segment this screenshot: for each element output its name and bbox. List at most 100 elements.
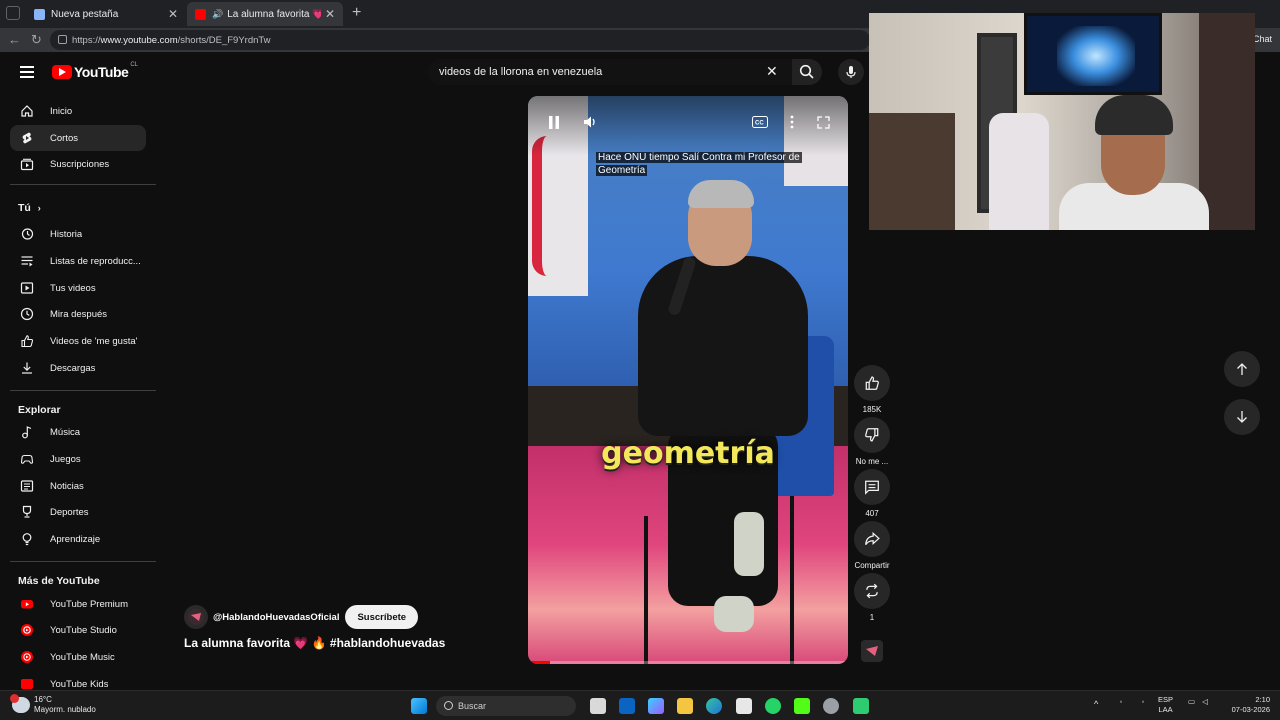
captions-icon: CC	[752, 116, 768, 128]
sidebar-item-musica[interactable]: Música	[10, 419, 146, 445]
voice-search-button[interactable]	[838, 59, 864, 85]
back-icon[interactable]: ←	[8, 32, 21, 47]
like-button[interactable]	[854, 365, 890, 401]
windows-start-icon[interactable]	[411, 698, 427, 714]
remix-button[interactable]	[854, 573, 890, 609]
sidebar-item-noticias[interactable]: Noticias	[10, 473, 146, 499]
previous-short-button[interactable]	[1224, 351, 1260, 387]
url-host: www.youtube.com	[100, 34, 178, 46]
fullscreen-button[interactable]	[815, 114, 831, 130]
share-button[interactable]	[854, 521, 890, 557]
sidebar-item-tus-videos[interactable]: Tus videos	[10, 275, 146, 301]
whatsapp-icon[interactable]	[765, 698, 781, 714]
dislike-button[interactable]	[854, 417, 890, 453]
more-options-button[interactable]	[784, 114, 800, 130]
channel-handle[interactable]: @HablandoHuevadasOficial	[213, 612, 339, 623]
chrome-icon[interactable]	[823, 698, 839, 714]
microsoft-store-icon[interactable]	[736, 698, 752, 714]
youtube-play-icon	[52, 65, 72, 79]
sidebar-item-label: Suscripciones	[50, 158, 110, 170]
webcam-gaming-chair	[989, 113, 1049, 230]
edge-icon[interactable]	[706, 698, 722, 714]
reload-icon[interactable]: ↻	[31, 32, 42, 48]
tab-close-icon[interactable]: ✕	[325, 7, 335, 21]
sidebar-item-descargas[interactable]: Descargas	[10, 355, 146, 381]
sidebar-item-inicio[interactable]: Inicio	[10, 98, 146, 124]
comment-count: 407	[865, 509, 879, 518]
app-icon[interactable]	[853, 698, 869, 714]
channel-avatar[interactable]	[184, 605, 208, 629]
sidebar: Inicio Cortos Suscripciones Tú › Histori…	[0, 96, 160, 690]
channel-row: @HablandoHuevadasOficial Suscríbete	[184, 605, 419, 629]
copilot-icon[interactable]	[648, 698, 664, 714]
taskbar-search-label: Buscar	[458, 701, 487, 711]
pause-icon	[549, 115, 559, 129]
url-field[interactable]: https://www.youtube.com/shorts/DE_F9Yrdn…	[50, 30, 870, 50]
sidebar-item-deportes[interactable]: Deportes	[10, 499, 146, 525]
sidebar-item-label: YouTube Kids	[50, 678, 109, 690]
tab-close-icon[interactable]: ✕	[168, 7, 178, 21]
file-explorer-icon[interactable]	[677, 698, 693, 714]
volume-button[interactable]	[582, 114, 598, 130]
sidebar-item-label: Noticias	[50, 480, 84, 492]
search-input[interactable]: videos de la llorona en venezuela	[428, 59, 792, 85]
pause-button[interactable]	[546, 114, 562, 130]
search-button[interactable]	[792, 59, 822, 85]
new-tab-icon[interactable]: +	[352, 4, 361, 22]
tab-label: Nueva pestaña	[51, 8, 119, 20]
sound-channel-thumbnail[interactable]	[861, 640, 883, 662]
sidebar-item-listas[interactable]: Listas de reproducc...	[10, 248, 146, 274]
sidebar-item-juegos[interactable]: Juegos	[10, 446, 146, 472]
sidebar-item-label: Listas de reproducc...	[50, 255, 141, 267]
comments-button[interactable]	[854, 469, 890, 505]
sidebar-item-label: Música	[50, 426, 81, 438]
sidebar-item-label: Deportes	[50, 506, 89, 518]
sidebar-item-youtube-studio[interactable]: YouTube Studio	[10, 617, 146, 643]
sidebar-item-suscripciones[interactable]: Suscripciones	[10, 151, 146, 177]
sidebar-item-cortos[interactable]: Cortos	[10, 125, 146, 151]
sidebar-item-youtube-premium[interactable]: YouTube Premium	[10, 591, 146, 617]
clear-search-icon[interactable]: ✕	[766, 63, 778, 80]
sidebar-item-me-gusta[interactable]: Videos de 'me gusta'	[10, 328, 146, 354]
short-video-player[interactable]: CC Hace ONU tiempo Salí Contra mi Profes…	[528, 96, 848, 664]
kick-icon[interactable]	[794, 698, 810, 714]
video-overlay-title: Hace ONU tiempo Salí Contra mi Profesor …	[596, 152, 816, 177]
thumbs-down-icon	[865, 428, 879, 442]
tab-new-tab[interactable]: Nueva pestaña ✕	[26, 2, 186, 26]
next-short-button[interactable]	[1224, 399, 1260, 435]
captions-button[interactable]: CC	[752, 114, 768, 130]
dislike-label: No me ...	[855, 457, 889, 466]
outlook-icon[interactable]	[619, 698, 635, 714]
chat-extension-label[interactable]: Chat	[1253, 34, 1272, 44]
bluetooth-icon[interactable]: ◦	[1136, 697, 1150, 711]
language-indicator[interactable]: ESP LAA	[1158, 695, 1173, 715]
sidebar-divider	[10, 561, 156, 562]
microphone-icon	[846, 66, 856, 78]
tab-audio-icon[interactable]: 🔊	[212, 9, 223, 20]
sidebar-item-label: Mira después	[50, 308, 108, 320]
volume-icon[interactable]: ◁	[1202, 697, 1208, 707]
tab-list-button[interactable]	[6, 6, 20, 20]
display-icon[interactable]: ▭	[1188, 697, 1195, 707]
youtube-logo[interactable]: YouTube CL	[52, 62, 138, 80]
sidebar-item-aprendizaje[interactable]: Aprendizaje	[10, 526, 146, 552]
show-hidden-icons-icon[interactable]: ^	[1094, 699, 1098, 709]
sidebar-item-youtube-kids[interactable]: YouTube Kids	[10, 671, 146, 690]
site-info-icon[interactable]	[58, 35, 67, 44]
overlay-title-text: Hace ONU tiempo Salí Contra mi Profesor …	[596, 152, 802, 176]
subscribe-button[interactable]: Suscríbete	[345, 605, 419, 629]
weather-widget[interactable]: 16°C Mayorm. nublado	[10, 694, 96, 715]
tab-youtube-short[interactable]: 🔊 La alumna favorita 💗 🔥 #h ✕	[187, 2, 343, 26]
sidebar-item-youtube-music[interactable]: YouTube Music	[10, 644, 146, 670]
clock[interactable]: 2:10 07-03-2026	[1222, 695, 1270, 715]
taskbar-search[interactable]: Buscar	[436, 696, 576, 716]
task-view-icon[interactable]	[590, 698, 606, 714]
video-progress-bar[interactable]	[528, 661, 848, 664]
sidebar-item-historia[interactable]: Historia	[10, 221, 146, 247]
sidebar-you-heading[interactable]: Tú ›	[18, 202, 41, 214]
network-icon[interactable]: ◦	[1114, 697, 1128, 711]
sidebar-item-mira-despues[interactable]: Mira después	[10, 301, 146, 327]
chevron-right-icon: ›	[37, 203, 41, 213]
menu-icon[interactable]	[20, 66, 34, 78]
youtube-music-icon	[20, 650, 34, 664]
